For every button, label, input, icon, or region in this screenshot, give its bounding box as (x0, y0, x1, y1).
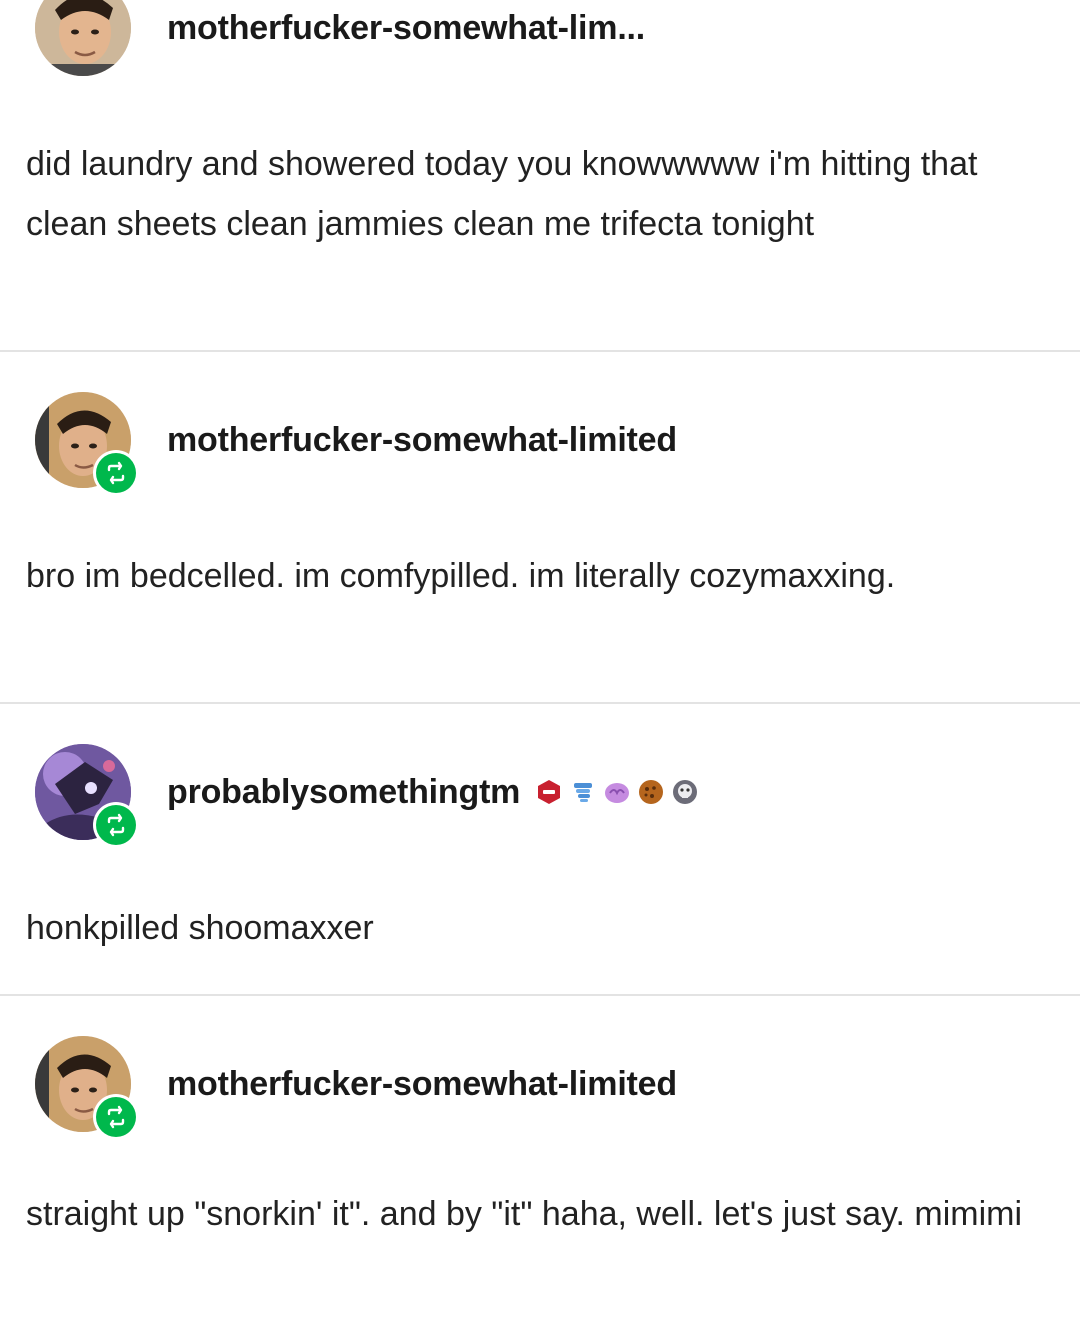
grey-skull-badge-icon (673, 780, 698, 804)
username[interactable]: motherfucker-somewhat-limited (167, 421, 677, 460)
post-header: motherfucker-somewhat-limited (35, 1034, 677, 1140)
post-header: motherfucker-somewhat-lim... (35, 0, 645, 78)
post-text: did laundry and showered today you knoww… (26, 145, 987, 243)
avatar[interactable] (35, 744, 139, 848)
username[interactable]: motherfucker-somewhat-lim... (167, 9, 645, 48)
post-original: motherfucker-somewhat-lim... did laundry… (0, 0, 1080, 352)
reblog-thread: motherfucker-somewhat-lim... did laundry… (0, 0, 1080, 1339)
username[interactable]: motherfucker-somewhat-limited (167, 1065, 677, 1104)
reblog-badge (93, 802, 139, 848)
reblog-icon (107, 1105, 125, 1129)
post-text: straight up "snorkin' it". and by "it" h… (26, 1195, 1022, 1233)
brown-cookie-badge-icon (639, 780, 664, 804)
user-badges[interactable] (534, 777, 700, 807)
avatar[interactable] (35, 1036, 139, 1140)
username[interactable]: probablysomethingtm (167, 773, 520, 812)
reblog-badge (93, 450, 139, 496)
post-reblog: probablysomethingtm honkpilled shoomaxxe… (0, 704, 1080, 994)
post-reblog: motherfucker-somewhat-limited straight u… (0, 996, 1080, 1339)
blue-creature-badge-icon (574, 783, 593, 802)
reblog-badge (93, 1094, 139, 1140)
reblog-icon (107, 461, 125, 485)
post-reblog: motherfucker-somewhat-limited bro im bed… (0, 352, 1080, 702)
avatar[interactable] (35, 392, 139, 496)
post-text: honkpilled shoomaxxer (26, 909, 374, 947)
user-avatar-photo (35, 0, 131, 76)
post-header: probablysomethingtm (35, 742, 700, 848)
post-text: bro im bedcelled. im comfypilled. im lit… (26, 557, 896, 595)
red-hexagon-badge-icon (538, 780, 561, 804)
post-header: motherfucker-somewhat-limited (35, 390, 677, 496)
reblog-icon (107, 813, 125, 837)
purple-brain-badge-icon (605, 783, 630, 803)
avatar[interactable] (35, 0, 131, 76)
